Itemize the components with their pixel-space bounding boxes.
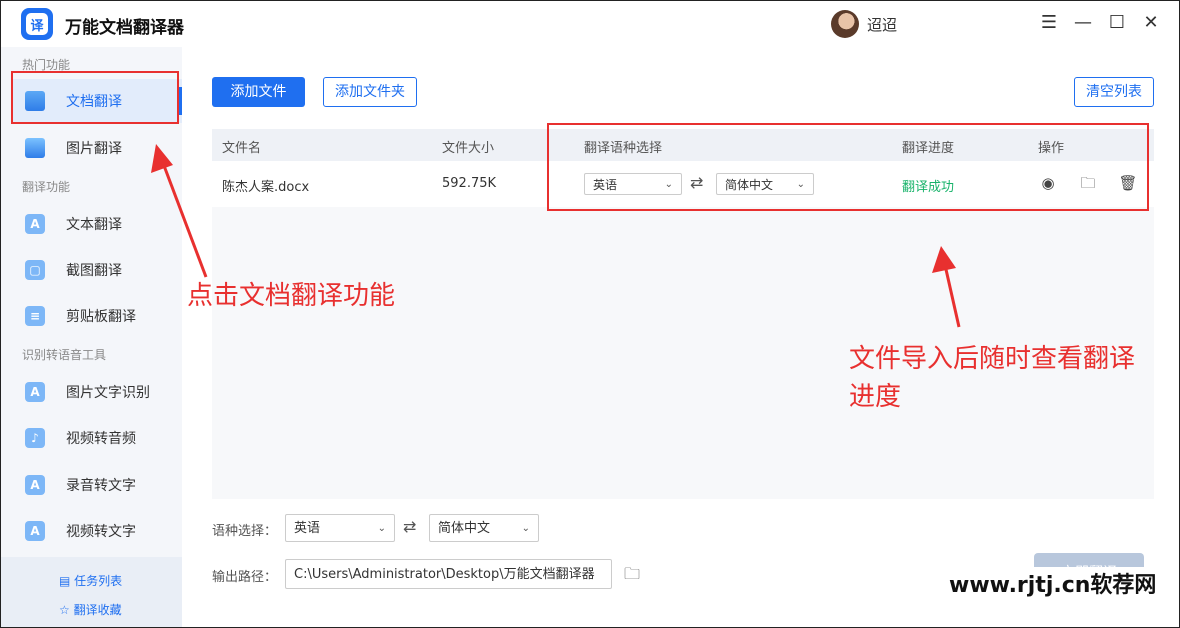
watermark: www.rjtj.cn软荐网 [945, 567, 1161, 599]
arrow-right-head [932, 246, 956, 273]
annotation-right-line2: 进度 [849, 382, 902, 412]
annotation-left: 点击文档翻译功能 [187, 281, 396, 311]
annotation-right-line1: 文件导入后随时查看翻译 [849, 344, 1136, 374]
arrow-left-head [151, 144, 173, 173]
app-window: 译 万能文档翻译器 迢迢 ☰ — ☐ ✕ 热门功能 文档翻译 图片翻译 翻译功能… [0, 0, 1180, 628]
annotation-arrows [151, 144, 961, 328]
arrow-left [161, 162, 208, 278]
arrow-right [943, 264, 961, 328]
